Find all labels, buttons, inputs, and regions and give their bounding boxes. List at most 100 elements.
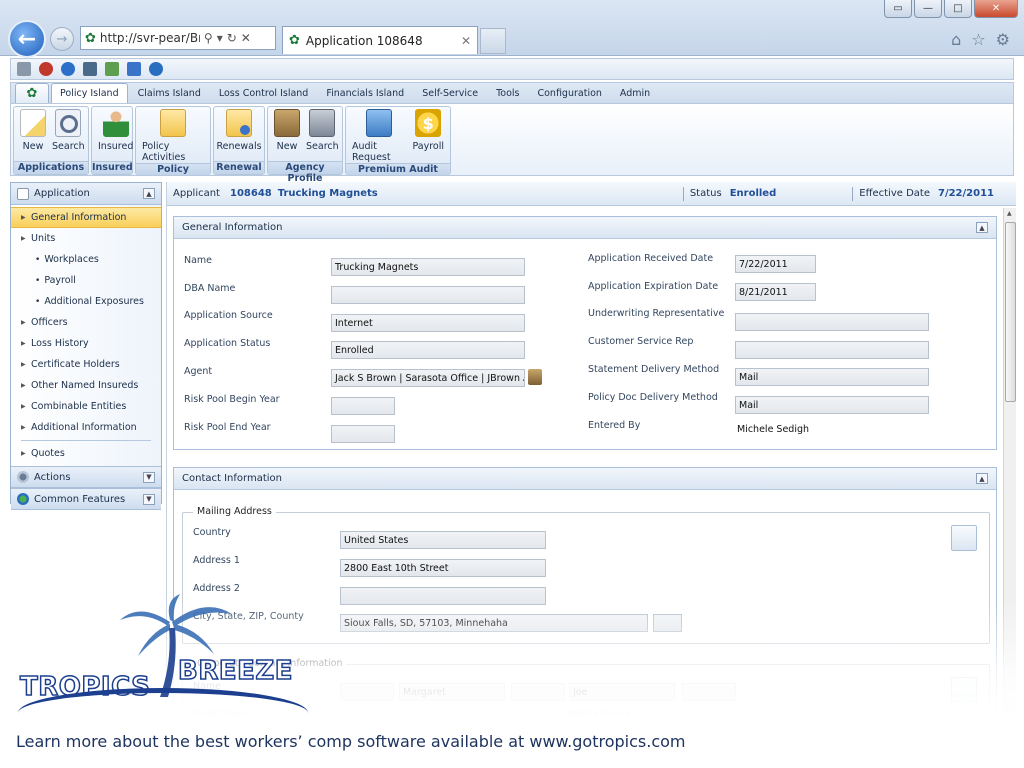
tab-configuration[interactable]: Configuration xyxy=(529,84,609,103)
agent-field[interactable]: Jack S Brown | Sarasota Office | JBrown … xyxy=(331,369,525,387)
applications-new-button[interactable]: New xyxy=(18,109,48,161)
dba-name-field[interactable] xyxy=(331,286,525,304)
name-field[interactable]: Trucking Magnets xyxy=(331,258,525,276)
risk-pool-end-field[interactable] xyxy=(331,425,395,443)
vertical-scrollbar[interactable]: ▲ xyxy=(1003,208,1016,742)
refresh-icon[interactable]: ↻ xyxy=(227,31,237,45)
address-book-icon[interactable] xyxy=(951,525,977,551)
contact-lookup-icon[interactable] xyxy=(951,677,977,703)
applications-search-button[interactable]: Search xyxy=(50,109,87,161)
nav-item-units[interactable]: ▶ Units xyxy=(11,228,161,249)
nav-item-quotes[interactable]: ▶ Quotes xyxy=(11,443,161,464)
app-logo-icon[interactable]: ✿ xyxy=(15,83,49,103)
nav-item-certificate-holders[interactable]: ▶ Certificate Holders xyxy=(11,354,161,375)
scroll-thumb[interactable] xyxy=(1005,222,1016,402)
insured-button[interactable]: Insured xyxy=(96,109,135,161)
back-button[interactable]: ← xyxy=(8,20,46,58)
nav-item-officers[interactable]: ▶ Officers xyxy=(11,312,161,333)
last-name-field[interactable]: Joe xyxy=(569,683,675,701)
tab-self-service[interactable]: Self-Service xyxy=(414,84,486,103)
tab-tools[interactable]: Tools xyxy=(488,84,527,103)
tab-financials-island[interactable]: Financials Island xyxy=(318,84,412,103)
agency-new-button[interactable]: New xyxy=(272,109,302,161)
nav-header-application[interactable]: Application ▲ xyxy=(11,183,161,205)
new-tab-button[interactable] xyxy=(480,28,506,54)
collapse-icon[interactable]: ▲ xyxy=(143,188,155,199)
address1-field[interactable]: 2800 East 10th Street xyxy=(340,559,546,577)
expiration-date-field[interactable]: 8/21/2011 xyxy=(735,283,816,301)
print-icon[interactable] xyxy=(17,62,31,76)
work-phone-ext-field[interactable] xyxy=(419,711,449,729)
monitor-icon[interactable] xyxy=(83,62,97,76)
forward-button[interactable]: → xyxy=(50,27,74,51)
nav-item-general-information[interactable]: ▶ General Information xyxy=(11,207,161,228)
received-date-field[interactable]: 7/22/2011 xyxy=(735,255,816,273)
tab-claims-island[interactable]: Claims Island xyxy=(130,84,209,103)
name-prefix-field[interactable] xyxy=(340,683,394,701)
tab-close-icon[interactable]: ✕ xyxy=(461,34,471,48)
nav-item-additional-information[interactable]: ▶ Additional Information xyxy=(11,417,161,438)
search-icon[interactable]: ⚲ xyxy=(204,31,213,45)
tab-admin[interactable]: Admin xyxy=(612,84,658,103)
work-phone-field[interactable]: (605) 214-6358 xyxy=(340,711,414,729)
policy-doc-delivery-field[interactable]: Mail xyxy=(735,396,929,414)
close-window-button[interactable]: ✕ xyxy=(974,0,1018,18)
contact-add-icon[interactable] xyxy=(951,705,977,731)
minimize-button[interactable]: — xyxy=(914,0,942,18)
maximize-button[interactable]: □ xyxy=(944,0,972,18)
browser-tab[interactable]: ✿ Application 108648 ✕ xyxy=(282,26,478,54)
nav-item-additional-exposures[interactable]: • Additional Exposures xyxy=(11,291,161,312)
gear-icon[interactable]: ⚙ xyxy=(996,30,1010,49)
address-bar[interactable]: ✿ http://svr-pear/Bre ⚲ ▾ ↻ ✕ xyxy=(80,26,276,50)
nav-item-combinable-entities[interactable]: ▶ Combinable Entities xyxy=(11,396,161,417)
stop-icon[interactable]: ✕ xyxy=(241,31,251,45)
tab-loss-control-island[interactable]: Loss Control Island xyxy=(211,84,316,103)
agency-search-button[interactable]: Search xyxy=(304,109,341,161)
bug-icon[interactable] xyxy=(39,62,53,76)
chat-icon[interactable] xyxy=(149,62,163,76)
address2-field[interactable] xyxy=(340,587,546,605)
county-extra-field[interactable] xyxy=(653,614,682,632)
home-icon[interactable]: ⌂ xyxy=(951,30,961,49)
middle-name-field[interactable] xyxy=(511,683,565,701)
application-status-field[interactable]: Enrolled xyxy=(331,341,525,359)
collapse-icon[interactable]: ▲ xyxy=(976,473,988,484)
collapse-icon[interactable]: ▲ xyxy=(976,222,988,233)
general-information-header[interactable]: General Information ▲ xyxy=(174,217,996,239)
contact-information-header[interactable]: Contact Information ▲ xyxy=(174,468,996,490)
nav-header-actions[interactable]: Actions ▼ xyxy=(11,466,161,488)
network-icon[interactable] xyxy=(127,62,141,76)
payroll-button[interactable]: $ Payroll xyxy=(410,109,446,163)
favorites-star-icon[interactable]: ☆ xyxy=(971,30,985,49)
nav-header-common-features[interactable]: Common Features ▼ xyxy=(11,488,161,510)
policy-activities-button[interactable]: Policy Activities xyxy=(140,109,206,163)
nav-item-workplaces[interactable]: • Workplaces xyxy=(11,249,161,270)
mobile-phone-ext-field[interactable] xyxy=(793,711,823,729)
expand-icon[interactable]: ▼ xyxy=(143,493,155,505)
application-source-field[interactable]: Internet xyxy=(331,314,525,332)
underwriting-rep-field[interactable] xyxy=(735,313,929,331)
address-url[interactable]: http://svr-pear/Bre xyxy=(100,31,200,45)
audit-request-button[interactable]: Audit Request xyxy=(350,109,408,163)
name-suffix-field[interactable] xyxy=(682,683,736,701)
expand-icon[interactable]: ▼ xyxy=(143,471,155,483)
tab-policy-island[interactable]: Policy Island xyxy=(51,83,128,103)
help-icon[interactable] xyxy=(61,62,75,76)
agent-lookup-icon[interactable] xyxy=(528,369,542,385)
scroll-up-icon[interactable]: ▲ xyxy=(1007,210,1012,217)
city-state-zip-field[interactable]: Sioux Falls, SD, 57103, Minnehaha xyxy=(340,614,648,632)
csr-field[interactable] xyxy=(735,341,929,359)
mobile-phone-field[interactable] xyxy=(713,711,787,729)
application-status-label: Application Status xyxy=(184,338,271,349)
first-name-field[interactable]: Margaret xyxy=(399,683,505,701)
nav-item-payroll[interactable]: • Payroll xyxy=(11,270,161,291)
country-field[interactable]: United States xyxy=(340,531,546,549)
dropdown-icon[interactable]: ▾ xyxy=(217,31,223,45)
nav-item-loss-history[interactable]: ▶ Loss History xyxy=(11,333,161,354)
nav-item-other-named-insureds[interactable]: ▶ Other Named Insureds xyxy=(11,375,161,396)
risk-pool-begin-field[interactable] xyxy=(331,397,395,415)
mail-icon[interactable] xyxy=(105,62,119,76)
restore-icon[interactable]: ▭ xyxy=(884,0,912,18)
renewals-button[interactable]: Renewals xyxy=(214,109,263,161)
statement-delivery-field[interactable]: Mail xyxy=(735,368,929,386)
